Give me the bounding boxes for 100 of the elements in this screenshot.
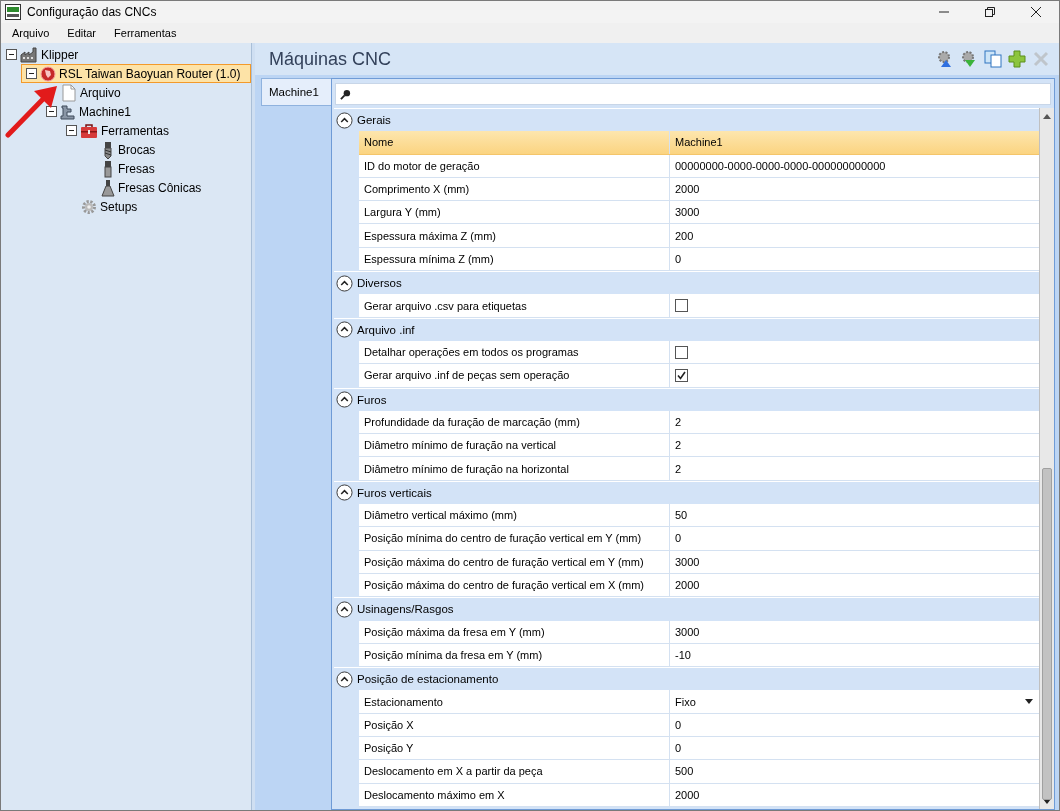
property-name: Posição máxima da fresa em Y (mm) <box>359 620 670 643</box>
property-value[interactable]: 500 <box>670 760 1039 783</box>
section-title: Furos <box>357 393 387 406</box>
tapered-mill-icon <box>101 178 115 197</box>
property-value[interactable]: 0 <box>670 527 1039 550</box>
property-row[interactable]: ID do motor de geração 00000000-0000-0000-0000-000000000000 <box>359 154 1039 178</box>
collapse-icon[interactable] <box>6 49 17 60</box>
property-value[interactable]: 2000 <box>670 573 1039 597</box>
collapse-icon[interactable] <box>336 670 353 688</box>
menu-item[interactable]: Editar <box>59 27 107 39</box>
property-name: Posição máxima do centro de furação vertical em X (mm) <box>359 573 670 597</box>
tree-item[interactable]: Brocas <box>100 140 161 159</box>
property-value[interactable]: 2000 <box>670 783 1039 806</box>
property-row[interactable]: Posição mínima do centro de furação vertical em Y (mm) 0 <box>359 527 1039 551</box>
scrollbar[interactable] <box>1039 108 1054 809</box>
collapse-icon[interactable] <box>336 600 353 618</box>
property-name: Diâmetro mínimo de furação na horizontal <box>359 457 670 480</box>
property-value[interactable]: 200 <box>670 224 1039 247</box>
property-row[interactable]: Posição máxima do centro de furação vertical em X (mm) 2000 <box>359 573 1039 598</box>
dropdown[interactable]: Fixo <box>675 695 1039 708</box>
factory-icon <box>20 46 38 63</box>
property-value[interactable]: 0 <box>670 713 1039 736</box>
property-value[interactable]: Machine1 <box>670 131 1039 154</box>
property-value[interactable]: 3000 <box>670 201 1039 224</box>
property-value[interactable]: -10 <box>670 643 1039 667</box>
property-value[interactable]: 50 <box>670 504 1039 527</box>
property-row[interactable]: Posição Y 0 <box>359 737 1039 761</box>
property-row[interactable]: Diâmetro mínimo de furação na vertical 2 <box>359 434 1039 458</box>
drill-bit-icon <box>101 140 115 159</box>
property-name: Estacionamento <box>359 690 670 713</box>
property-value[interactable]: 2 <box>670 457 1039 480</box>
tree-item[interactable]: Machine1 <box>41 102 251 121</box>
property-row[interactable]: Posição X 0 <box>359 713 1039 737</box>
property-row[interactable]: Largura Y (mm) 3000 <box>359 201 1039 225</box>
panel-title: Máquinas CNC <box>269 48 393 70</box>
property-row[interactable]: Nome Machine1 <box>359 131 1039 155</box>
menu-item[interactable]: Ferramentas <box>106 27 187 39</box>
tree-item[interactable]: Arquivo <box>60 83 126 102</box>
caret-icon[interactable] <box>1025 699 1033 705</box>
property-row[interactable]: Gerar arquivo .inf de peças sem operação <box>359 364 1039 388</box>
tree-item[interactable]: Fresas Cônicas <box>100 178 207 197</box>
tree-item[interactable]: Fresas <box>100 159 160 178</box>
property-value[interactable]: 0 <box>670 247 1039 271</box>
search-field[interactable] <box>335 83 1051 105</box>
property-value[interactable]: 00000000-0000-0000-0000-000000000000 <box>670 154 1039 177</box>
collapse-icon[interactable] <box>66 125 77 136</box>
app-logo-icon <box>5 4 21 20</box>
property-name: Espessura mínima Z (mm) <box>359 247 670 271</box>
scroll-up-icon[interactable] <box>1043 114 1051 119</box>
section-title: Posição de estacionamento <box>357 673 499 686</box>
collapse-icon[interactable] <box>336 274 353 292</box>
maximize-icon[interactable] <box>985 7 995 17</box>
property-name: Espessura máxima Z (mm) <box>359 224 670 247</box>
property-name: Diâmetro mínimo de furação na vertical <box>359 434 670 457</box>
close-icon[interactable] <box>1031 7 1041 17</box>
property-value[interactable]: 3000 <box>670 620 1039 643</box>
property-row[interactable]: Espessura máxima Z (mm) 200 <box>359 224 1039 248</box>
property-row[interactable]: Deslocamento em X a partir da peça 500 <box>359 760 1039 784</box>
property-value[interactable]: 2 <box>670 410 1039 434</box>
section-title: Usinagens/Rasgos <box>357 603 454 616</box>
property-name: Largura Y (mm) <box>359 201 670 224</box>
menu-item[interactable]: Arquivo <box>4 27 60 39</box>
collapse-icon[interactable] <box>336 111 353 129</box>
tab[interactable]: Machine1 <box>261 78 331 106</box>
property-row[interactable]: Comprimento X (mm) 2000 <box>359 177 1039 202</box>
tree-item[interactable]: RSL Taiwan Baoyuan Router (1.0) <box>21 64 251 83</box>
property-row[interactable]: Espessura mínima Z (mm) 0 <box>359 247 1039 272</box>
property-row[interactable]: Diâmetro mínimo de furação na horizontal 2 <box>359 457 1039 481</box>
collapse-icon[interactable] <box>336 484 353 502</box>
property-row[interactable]: Profundidade da furação de marcação (mm) 2 <box>359 410 1039 435</box>
checkbox[interactable] <box>675 345 688 359</box>
property-row[interactable]: Posição mínima da fresa em Y (mm) -10 <box>359 643 1039 668</box>
property-name: Gerar arquivo .csv para etiquetas <box>359 294 670 317</box>
property-row[interactable]: Posição máxima do centro de furação vertical em Y (mm) 3000 <box>359 550 1039 574</box>
property-name: Posição máxima do centro de furação vertical em Y (mm) <box>359 550 670 573</box>
checkbox[interactable] <box>675 368 688 382</box>
section-title: Arquivo .inf <box>357 323 415 336</box>
property-name: Profundidade da furação de marcação (mm) <box>359 410 670 434</box>
property-name: Deslocamento máximo em X <box>359 783 670 806</box>
collapse-icon[interactable] <box>336 391 353 409</box>
copy-button[interactable] <box>981 48 1005 70</box>
property-row[interactable]: Gerar arquivo .csv para etiquetas <box>359 294 1039 318</box>
tree-item[interactable]: Setups <box>80 197 143 216</box>
section-title: Furos verticais <box>357 486 432 499</box>
tree-item[interactable]: Klipper <box>1 45 251 64</box>
property-row[interactable]: Detalhar operações em todos os programas <box>359 340 1039 365</box>
gear-icon <box>81 198 97 215</box>
property-value[interactable]: 2 <box>670 434 1039 457</box>
collapse-icon[interactable] <box>46 106 57 117</box>
collapse-icon[interactable] <box>336 321 353 339</box>
checkbox[interactable] <box>675 299 688 312</box>
collapse-icon[interactable] <box>26 68 37 79</box>
property-value[interactable]: 3000 <box>670 550 1039 573</box>
property-row[interactable]: Diâmetro vertical máximo (mm) 50 <box>359 504 1039 528</box>
tree-item[interactable]: Ferramentas <box>61 121 251 140</box>
property-row[interactable]: Posição máxima da fresa em Y (mm) 3000 <box>359 620 1039 644</box>
property-row[interactable]: Estacionamento Fixo <box>359 690 1039 714</box>
property-value[interactable]: 2000 <box>670 177 1039 201</box>
property-row[interactable]: Deslocamento máximo em X 2000 <box>359 783 1039 807</box>
property-value[interactable]: 0 <box>670 737 1039 760</box>
